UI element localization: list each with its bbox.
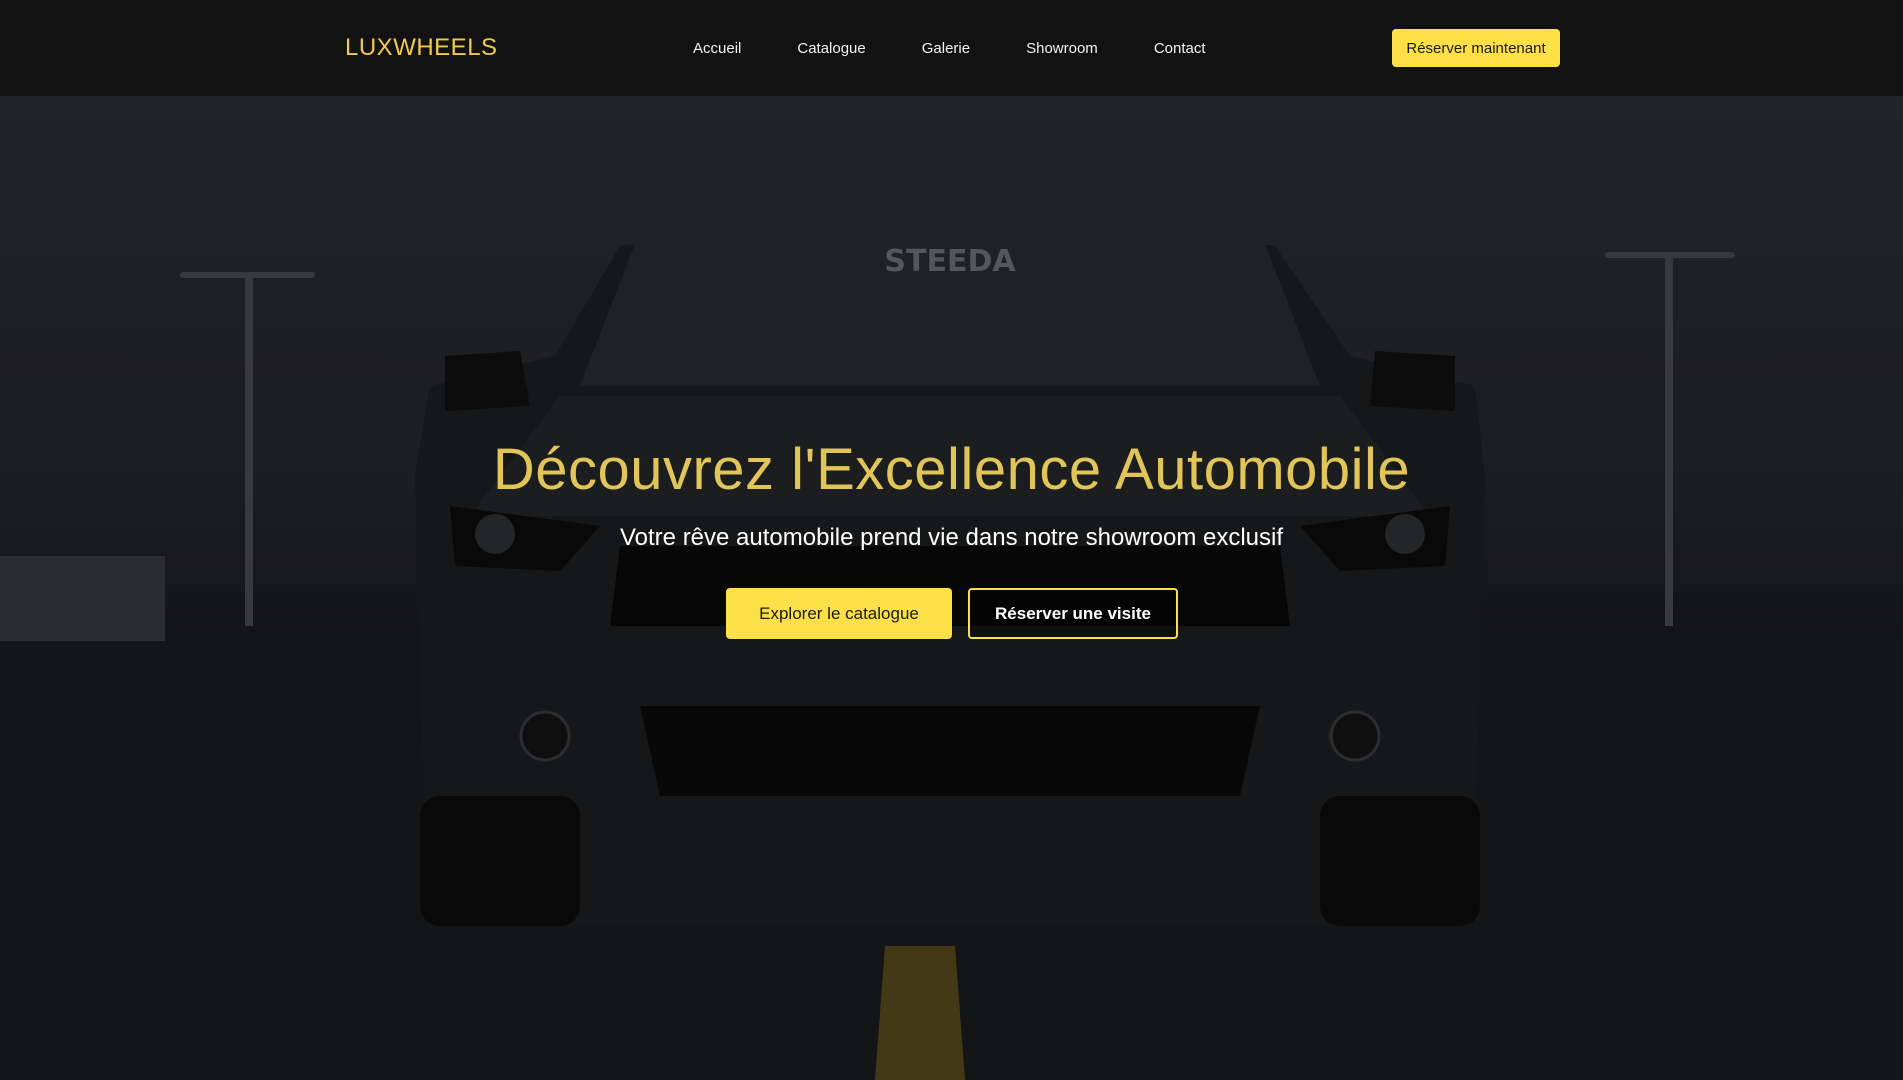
hero-subtitle: Votre rêve automobile prend vie dans not… xyxy=(619,524,1284,551)
reserve-now-button[interactable]: Réserver maintenant xyxy=(1392,29,1560,67)
explore-catalogue-button[interactable]: Explorer le catalogue xyxy=(726,588,952,639)
hero-title: Découvrez l'Excellence Automobile xyxy=(492,437,1411,502)
nav-link-contact[interactable]: Contact xyxy=(1154,40,1206,57)
book-visit-button[interactable]: Réserver une visite xyxy=(968,588,1178,639)
nav-link-accueil[interactable]: Accueil xyxy=(693,40,741,57)
main-menu: Accueil Catalogue Galerie Showroom Conta… xyxy=(693,0,1206,96)
hero-actions: Explorer le catalogue Réserver une visit… xyxy=(726,588,1178,639)
nav-link-catalogue[interactable]: Catalogue xyxy=(797,40,865,57)
top-navbar: LUXWHEELS Accueil Catalogue Galerie Show… xyxy=(0,0,1903,96)
nav-link-galerie[interactable]: Galerie xyxy=(922,40,970,57)
brand-logo[interactable]: LUXWHEELS xyxy=(345,34,498,62)
nav-link-showroom[interactable]: Showroom xyxy=(1026,40,1098,57)
hero-section: STEEDA Découvrez l'Excellence Automobile… xyxy=(0,96,1903,1080)
